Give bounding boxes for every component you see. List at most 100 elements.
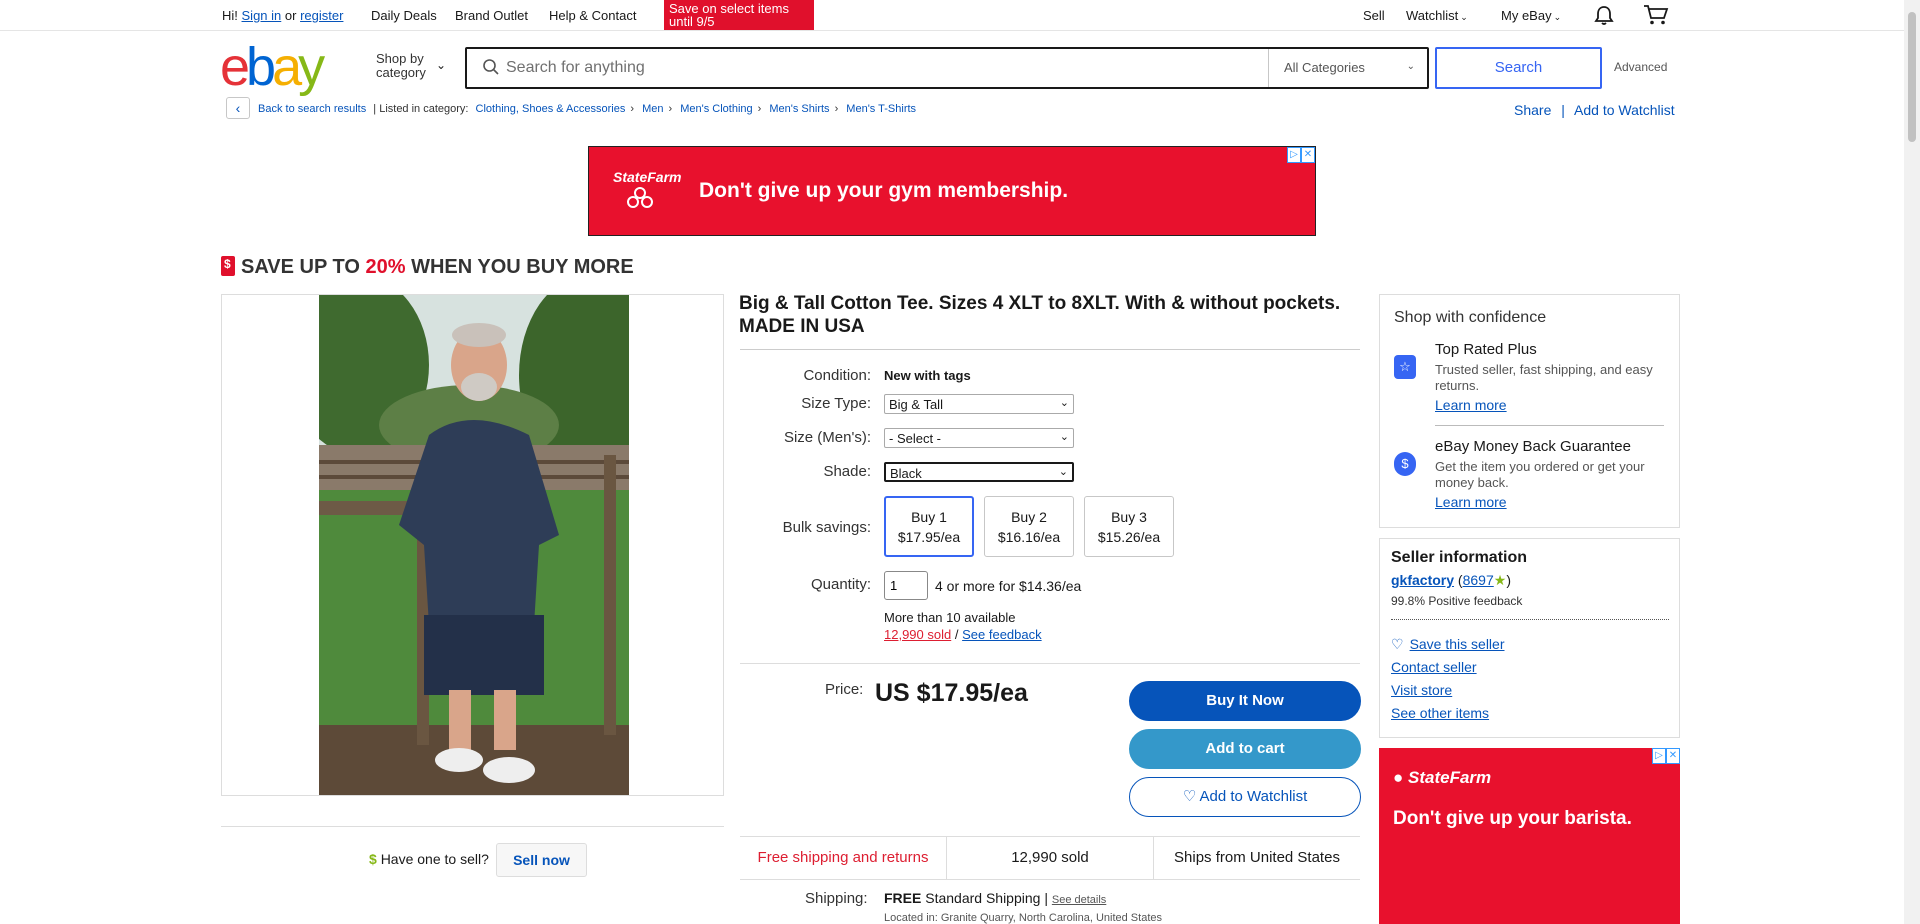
save-seller-label: Save this seller xyxy=(1409,636,1505,652)
quantity-deal: 4 or more for $14.36/ea xyxy=(935,578,1082,594)
product-photo[interactable] xyxy=(319,295,629,795)
ebay-logo[interactable]: ebay xyxy=(220,37,325,97)
ad-brand-text: StateFarm xyxy=(1408,768,1492,787)
help-contact-link[interactable]: Help & Contact xyxy=(549,8,636,23)
back-arrow-icon[interactable]: ‹ xyxy=(226,97,250,119)
bulk-savings-label: Bulk savings: xyxy=(782,519,871,536)
shipping-value: FREE Standard Shipping | See details xyxy=(884,890,1106,906)
ad-message: Don't give up your gym membership. xyxy=(699,179,1069,202)
banner-percent: 20% xyxy=(365,256,406,278)
ad-close[interactable]: ▷ ✕ xyxy=(1652,748,1680,764)
breadcrumb-item[interactable]: Clothing, Shoes & Accessories xyxy=(476,103,626,115)
item-highlights: Free shipping and returns 12,990 sold Sh… xyxy=(740,836,1360,880)
add-to-cart-button[interactable]: Add to cart xyxy=(1129,729,1361,769)
ad-choices-icon[interactable]: ▷ xyxy=(1652,748,1666,764)
bulk-qty: Buy 2 xyxy=(1011,509,1047,525)
shipping-method: Standard Shipping | xyxy=(925,890,1048,906)
quantity-input[interactable] xyxy=(884,571,928,600)
advanced-search-link[interactable]: Advanced xyxy=(1614,60,1667,74)
shield-dollar-icon: $ xyxy=(1394,452,1416,476)
conf-desc: Trusted seller, fast shipping, and easy … xyxy=(1435,362,1653,393)
item-title: Big & Tall Cotton Tee. Sizes 4 XLT to 8X… xyxy=(739,293,1341,337)
chevron-down-icon[interactable]: ⌄ xyxy=(436,58,446,72)
buy-it-now-button[interactable]: Buy It Now xyxy=(1129,681,1361,721)
close-icon[interactable]: ✕ xyxy=(1301,147,1315,163)
breadcrumb: Back to search results | Listed in categ… xyxy=(258,103,916,115)
advertisement-banner[interactable]: ▷ ✕ StateFarm Don't give up your gym memb… xyxy=(588,146,1316,236)
sold-count-link[interactable]: 12,990 sold xyxy=(884,627,951,642)
shop-by-category-button[interactable]: Shop by category xyxy=(376,52,434,80)
star-badge-icon: ☆ xyxy=(1394,355,1416,379)
add-to-watchlist-button[interactable]: ♡ Add to Watchlist xyxy=(1129,777,1361,817)
logo-letter: a xyxy=(272,37,302,97)
close-icon[interactable]: ✕ xyxy=(1666,748,1680,764)
divider: | xyxy=(1561,102,1565,118)
my-ebay-label: My eBay xyxy=(1501,8,1552,23)
visit-store-link[interactable]: Visit store xyxy=(1391,682,1452,698)
save-seller-link[interactable]: ♡ Save this seller xyxy=(1391,636,1505,653)
breadcrumb-item[interactable]: Men's Clothing xyxy=(680,103,752,115)
bulk-option-2[interactable]: Buy 2 $16.16/ea xyxy=(984,496,1074,557)
chevron-right-icon: › xyxy=(757,103,762,115)
size-type-select[interactable]: Big & Tall ⌄ xyxy=(884,394,1074,414)
learn-more-link[interactable]: Learn more xyxy=(1435,397,1507,413)
ad-choices-icon[interactable]: ▷ xyxy=(1287,147,1301,163)
register-link[interactable]: register xyxy=(300,8,343,23)
search-button[interactable]: Search xyxy=(1435,47,1602,89)
breadcrumb-item[interactable]: Men's Shirts xyxy=(769,103,829,115)
watchlist-label: Watchlist xyxy=(1406,8,1459,23)
ad-brand: StateFarm xyxy=(613,169,682,185)
breadcrumb-item[interactable]: Men xyxy=(642,103,663,115)
bulk-option-3[interactable]: Buy 3 $15.26/ea xyxy=(1084,496,1174,557)
banner-suffix: WHEN YOU BUY MORE xyxy=(405,256,634,278)
sell-now-button[interactable]: Sell now xyxy=(496,843,587,877)
conf-title: eBay Money Back Guarantee xyxy=(1435,438,1631,455)
size-type-label: Size Type: xyxy=(801,395,871,412)
brand-outlet-link[interactable]: Brand Outlet xyxy=(455,8,528,23)
scrollbar-thumb[interactable] xyxy=(1908,12,1916,142)
watchlist-menu[interactable]: Watchlist ⌄ xyxy=(1406,8,1468,23)
daily-deals-link[interactable]: Daily Deals xyxy=(371,8,437,23)
size-select[interactable]: - Select - ⌄ xyxy=(884,428,1074,448)
my-ebay-menu[interactable]: My eBay ⌄ xyxy=(1501,8,1561,23)
back-to-results-link[interactable]: Back to search results xyxy=(258,103,366,115)
shipping-free: FREE xyxy=(884,890,922,906)
scrollbar[interactable] xyxy=(1904,0,1920,924)
chevron-right-icon: › xyxy=(668,103,673,115)
promo-banner[interactable]: Save on select items until 9/5 xyxy=(664,0,814,30)
positive-feedback: 99.8% Positive feedback xyxy=(1391,594,1523,608)
product-image-frame[interactable] xyxy=(221,294,724,796)
advertisement-sidebar[interactable]: ▷ ✕ ● StateFarm Don't give up your barist… xyxy=(1379,748,1680,924)
add-to-watchlist-link[interactable]: Add to Watchlist xyxy=(1574,102,1675,118)
see-other-items-link[interactable]: See other items xyxy=(1391,705,1489,721)
see-details-link[interactable]: See details xyxy=(1052,894,1106,906)
see-feedback-link[interactable]: See feedback xyxy=(962,627,1042,642)
divider xyxy=(1391,619,1669,620)
listed-in-label: | Listed in category: xyxy=(373,103,469,115)
contact-seller-link[interactable]: Contact seller xyxy=(1391,659,1477,675)
ad-close[interactable]: ▷ ✕ xyxy=(1287,147,1315,163)
shade-label: Shade: xyxy=(823,463,871,480)
sell-link[interactable]: Sell xyxy=(1363,8,1385,23)
banner-prefix: SAVE UP TO xyxy=(241,256,366,278)
category-select[interactable]: All Categories ⌄ xyxy=(1268,49,1427,87)
chevron-down-icon: ⌄ xyxy=(1059,431,1069,443)
chevron-right-icon: › xyxy=(630,103,635,115)
share-link[interactable]: Share xyxy=(1514,102,1551,118)
learn-more-link[interactable]: Learn more xyxy=(1435,494,1507,510)
feedback-score-link[interactable]: 8697 xyxy=(1463,572,1494,588)
shade-select[interactable]: Black ⌄ xyxy=(884,462,1074,482)
search-input[interactable] xyxy=(506,50,1266,86)
seller-name-link[interactable]: gkfactory xyxy=(1391,572,1454,588)
heart-icon: ♡ xyxy=(1391,636,1404,652)
breadcrumb-item[interactable]: Men's T-Shirts xyxy=(846,103,916,115)
logo-letter: e xyxy=(220,37,250,97)
bell-icon[interactable] xyxy=(1593,4,1615,26)
sign-in-link[interactable]: Sign in xyxy=(242,8,282,23)
sell-question-text: Have one to sell? xyxy=(380,851,489,867)
bulk-option-1[interactable]: Buy 1 $17.95/ea xyxy=(884,496,974,557)
price-tag-icon xyxy=(221,256,235,276)
star-icon: ★ xyxy=(1493,572,1507,588)
ships-from-highlight: Ships from United States xyxy=(1174,849,1340,866)
cart-icon[interactable] xyxy=(1643,4,1669,26)
